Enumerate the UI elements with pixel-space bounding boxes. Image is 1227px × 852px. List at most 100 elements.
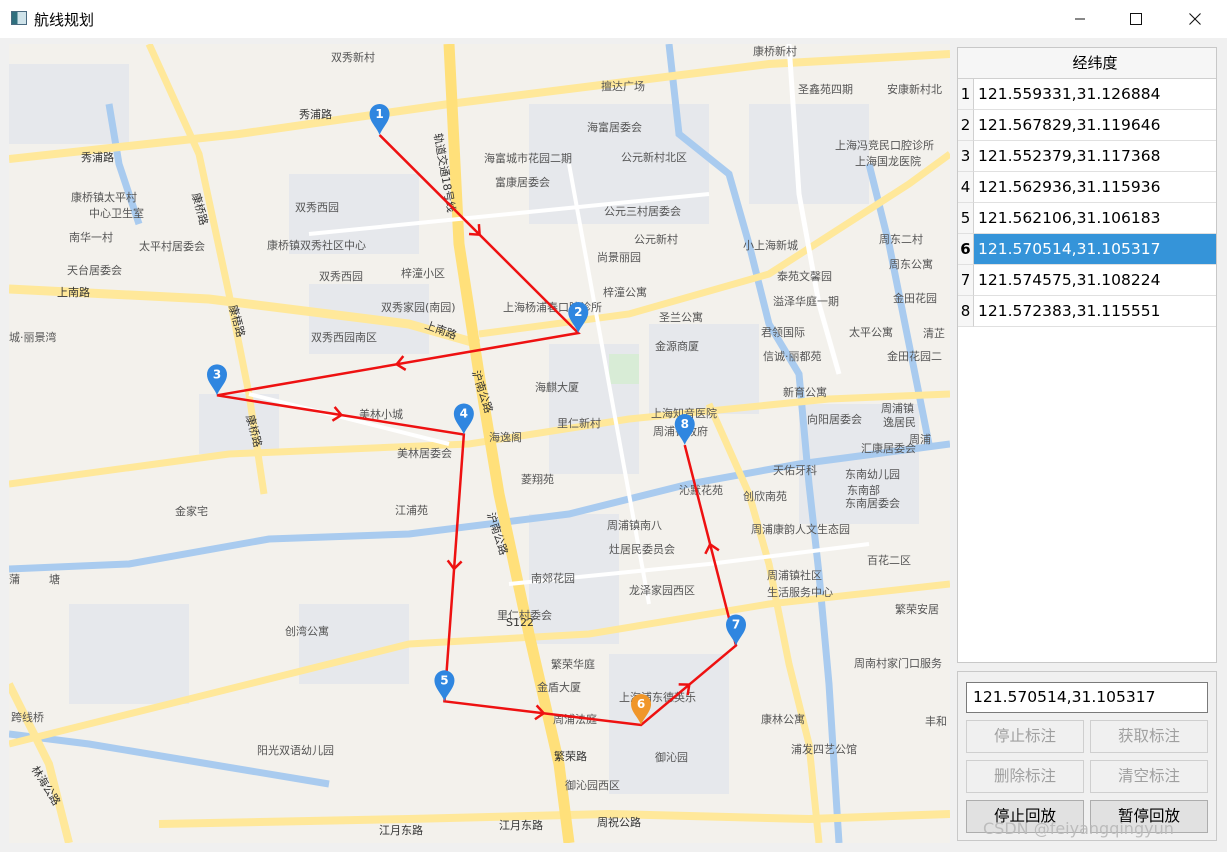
- place-label: 周南村家门口服务: [854, 656, 942, 670]
- coordinate-input[interactable]: 121.570514,31.105317: [966, 682, 1208, 713]
- marker-label: 3: [213, 367, 221, 381]
- place-label: 周浦康韵人文生态园: [751, 522, 850, 536]
- place-label: 金源商厦: [655, 339, 699, 353]
- place-label: 御沁园: [655, 750, 688, 764]
- place-label: 康桥镇双秀社区中心: [267, 238, 366, 252]
- place-label: 小上海新城: [743, 238, 798, 252]
- place-label: 创欣南苑: [743, 489, 787, 503]
- table-row[interactable]: 8 121.572383,31.115551: [958, 296, 1216, 327]
- minimize-button[interactable]: [1057, 0, 1103, 38]
- place-label: 海富城市花园二期: [484, 151, 572, 165]
- maximize-button[interactable]: [1113, 0, 1159, 38]
- minimize-icon: [1075, 18, 1085, 20]
- place-label: 汇康居委会: [861, 441, 916, 455]
- place-label: 双秀西园: [295, 201, 339, 214]
- place-label: 东南居委会: [845, 497, 900, 510]
- place-label: 天台居委会: [67, 263, 122, 277]
- road-label: 秀浦路: [299, 108, 332, 121]
- place-label: 信诚·丽都苑: [763, 350, 822, 363]
- table-header: 经纬度: [958, 48, 1216, 79]
- place-label: 生活服务中心: [767, 585, 833, 599]
- place-label: 公元三村居委会: [604, 204, 681, 218]
- close-button[interactable]: [1172, 0, 1218, 38]
- place-label: 双秀西园: [319, 270, 363, 283]
- place-label: 江浦苑: [395, 504, 428, 517]
- place-label: 美林居委会: [397, 446, 452, 460]
- place-label: 蒲: [9, 572, 20, 586]
- table-row[interactable]: 1 121.559331,31.126884: [958, 79, 1216, 110]
- marker-label: 8: [681, 417, 689, 431]
- place-label: 擅达广场: [601, 79, 645, 93]
- get-mark-button[interactable]: 获取标注: [1090, 720, 1208, 753]
- place-label: 天佑牙科: [773, 463, 817, 477]
- table-row[interactable]: 6 121.570514,31.105317: [958, 234, 1216, 265]
- delete-mark-button[interactable]: 删除标注: [966, 760, 1084, 793]
- coordinate-cell[interactable]: 121.572383,31.115551: [974, 296, 1216, 327]
- place-label: 泰苑文馨园: [777, 269, 832, 283]
- title-bar: 航线规划: [0, 0, 1227, 38]
- place-label: 逸居民: [883, 416, 916, 429]
- row-index: 4: [958, 172, 974, 203]
- place-label: 菱翔苑: [521, 472, 554, 486]
- place-label: 圣鑫苑四期: [798, 82, 853, 96]
- table-row[interactable]: 3 121.552379,31.117368: [958, 141, 1216, 172]
- place-label: 沁默花苑: [679, 484, 723, 497]
- row-index: 7: [958, 265, 974, 296]
- place-label: 周浦: [909, 433, 931, 446]
- place-label: 双秀西园南区: [311, 331, 377, 344]
- place-label: 溢泽华庭一期: [773, 294, 839, 308]
- row-index: 3: [958, 141, 974, 172]
- coordinate-cell[interactable]: 121.570514,31.105317: [974, 234, 1216, 265]
- place-label: 阳光双语幼儿园: [257, 743, 334, 757]
- coordinate-cell[interactable]: 121.552379,31.117368: [974, 141, 1216, 172]
- place-label: 海逸阁: [489, 430, 522, 444]
- place-label: 东南幼儿园: [845, 468, 900, 481]
- marker-label: 5: [440, 673, 448, 687]
- road-label: 江月东路: [499, 819, 543, 832]
- place-label: 金田花园二: [887, 349, 942, 363]
- place-label: 南华一村: [69, 230, 113, 244]
- place-label: 圣兰公寓: [659, 310, 703, 324]
- table-row[interactable]: 4 121.562936,31.115936: [958, 172, 1216, 203]
- place-label: 梓潼小区: [401, 266, 445, 280]
- place-label: 金盾大厦: [537, 680, 581, 694]
- coordinate-cell[interactable]: 121.562106,31.106183: [974, 203, 1216, 234]
- place-label: 上海浦东德英乐: [619, 690, 696, 704]
- table-row[interactable]: 5 121.562106,31.106183: [958, 203, 1216, 234]
- table-row[interactable]: 7 121.574575,31.108224: [958, 265, 1216, 296]
- marker-label: 6: [637, 697, 645, 711]
- watermark: CSDN @feiyangqingyun: [983, 819, 1174, 838]
- coordinate-cell[interactable]: 121.574575,31.108224: [974, 265, 1216, 296]
- place-label: 上海国龙医院: [855, 154, 921, 168]
- map-view[interactable]: 秀浦路 秀浦路 上南路 上南路 沪南公路 沪南公路 康桥路 康梧路 康桥路 繁荣路 江月东路 江月东路…: [9, 44, 950, 843]
- place-label: 塘: [49, 572, 60, 586]
- place-label: 富康居委会: [495, 175, 550, 189]
- close-icon: [1189, 13, 1201, 25]
- row-index: 2: [958, 110, 974, 141]
- place-label: 康桥新村: [753, 44, 797, 58]
- place-label: 浦发四艺公馆: [791, 742, 857, 756]
- map-canvas[interactable]: 秀浦路秀浦路上南路上南路沪南公路沪南公路康桥路康梧路康桥路繁荣路江月东路 江月东路…: [9, 44, 950, 843]
- marker-label: 4: [460, 407, 468, 421]
- coordinate-cell[interactable]: 121.567829,31.119646: [974, 110, 1216, 141]
- clear-mark-button[interactable]: 清空标注: [1090, 760, 1208, 793]
- place-label: 南郊花园: [531, 572, 575, 585]
- place-label: 君领国际: [761, 326, 805, 339]
- place-label: 金田花园: [893, 291, 937, 305]
- marker-label: 2: [574, 305, 582, 319]
- coordinate-cell[interactable]: 121.562936,31.115936: [974, 172, 1216, 203]
- place-label: 双秀家园(南园): [381, 300, 456, 314]
- place-label: 周东公寓: [889, 257, 933, 271]
- place-label: 金家宅: [175, 504, 208, 518]
- place-label: 繁荣安居: [895, 602, 939, 616]
- coordinate-table[interactable]: 经纬度 1 121.559331,31.126884 2 121.567829,31.…: [957, 47, 1217, 663]
- road-label: 秀浦路: [81, 151, 114, 164]
- coordinate-cell[interactable]: 121.559331,31.126884: [974, 79, 1216, 110]
- road-label: 上南路: [57, 286, 90, 299]
- place-label: 安康新村北: [887, 82, 942, 96]
- marker-label: 7: [732, 617, 740, 631]
- table-row[interactable]: 2 121.567829,31.119646: [958, 110, 1216, 141]
- stop-mark-button[interactable]: 停止标注: [966, 720, 1084, 753]
- maximize-icon: [1130, 13, 1142, 25]
- place-label: 跨线桥: [11, 710, 44, 724]
